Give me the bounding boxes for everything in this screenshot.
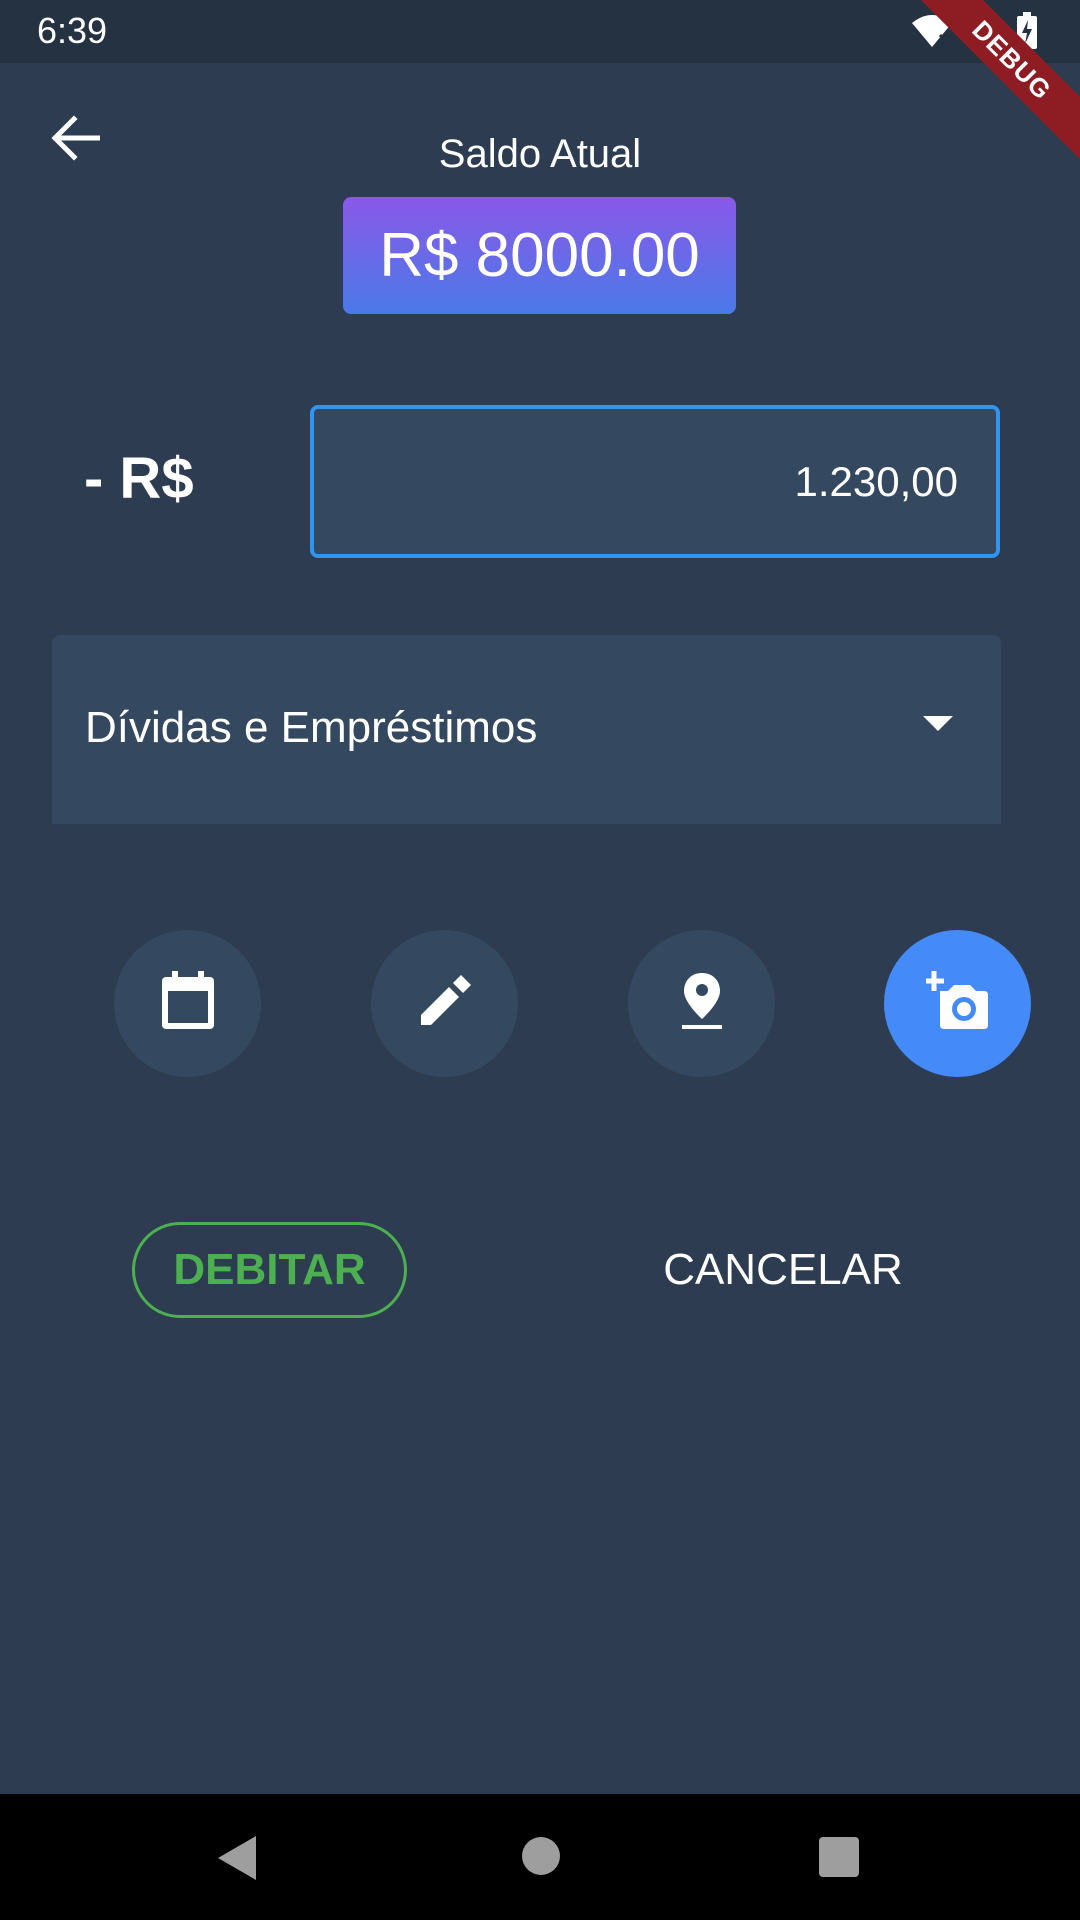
- status-bar: 6:39: [0, 0, 1080, 63]
- currency-prefix: - R$: [84, 446, 194, 511]
- note-button[interactable]: [371, 930, 518, 1077]
- battery-charging-icon: [1016, 12, 1038, 55]
- wifi-off-icon: [910, 13, 954, 54]
- screen: 6:39 DEBUG Saldo Atual R$ 8000.00 - R$ 1…: [0, 0, 1080, 1920]
- nav-back-icon[interactable]: [218, 1836, 256, 1880]
- balance-value-badge: R$ 8000.00: [343, 197, 736, 314]
- status-icons: [910, 12, 1038, 55]
- location-pin-icon: [681, 971, 722, 1036]
- cancel-button[interactable]: CANCELAR: [630, 1222, 936, 1318]
- location-button[interactable]: [628, 930, 775, 1077]
- system-navigation-bar: [0, 1794, 1080, 1920]
- calendar-icon: [160, 971, 216, 1036]
- add-a-photo-icon: [925, 971, 990, 1036]
- add-photo-button[interactable]: [884, 930, 1031, 1077]
- debit-button[interactable]: DEBITAR: [132, 1222, 407, 1318]
- category-selected-value: Dívidas e Empréstimos: [85, 703, 538, 752]
- edit-icon: [419, 975, 471, 1032]
- date-button[interactable]: [114, 930, 261, 1077]
- balance-label: Saldo Atual: [438, 132, 642, 176]
- nav-recents-icon[interactable]: [819, 1837, 859, 1877]
- category-dropdown[interactable]: Dívidas e Empréstimos: [52, 635, 1001, 824]
- arrow-drop-down-icon: [923, 716, 953, 731]
- nav-home-icon[interactable]: [522, 1837, 560, 1875]
- amount-input[interactable]: [310, 405, 1000, 558]
- balance-value: R$ 8000.00: [379, 221, 700, 290]
- status-time: 6:39: [37, 10, 108, 51]
- signal-icon: [968, 13, 1002, 54]
